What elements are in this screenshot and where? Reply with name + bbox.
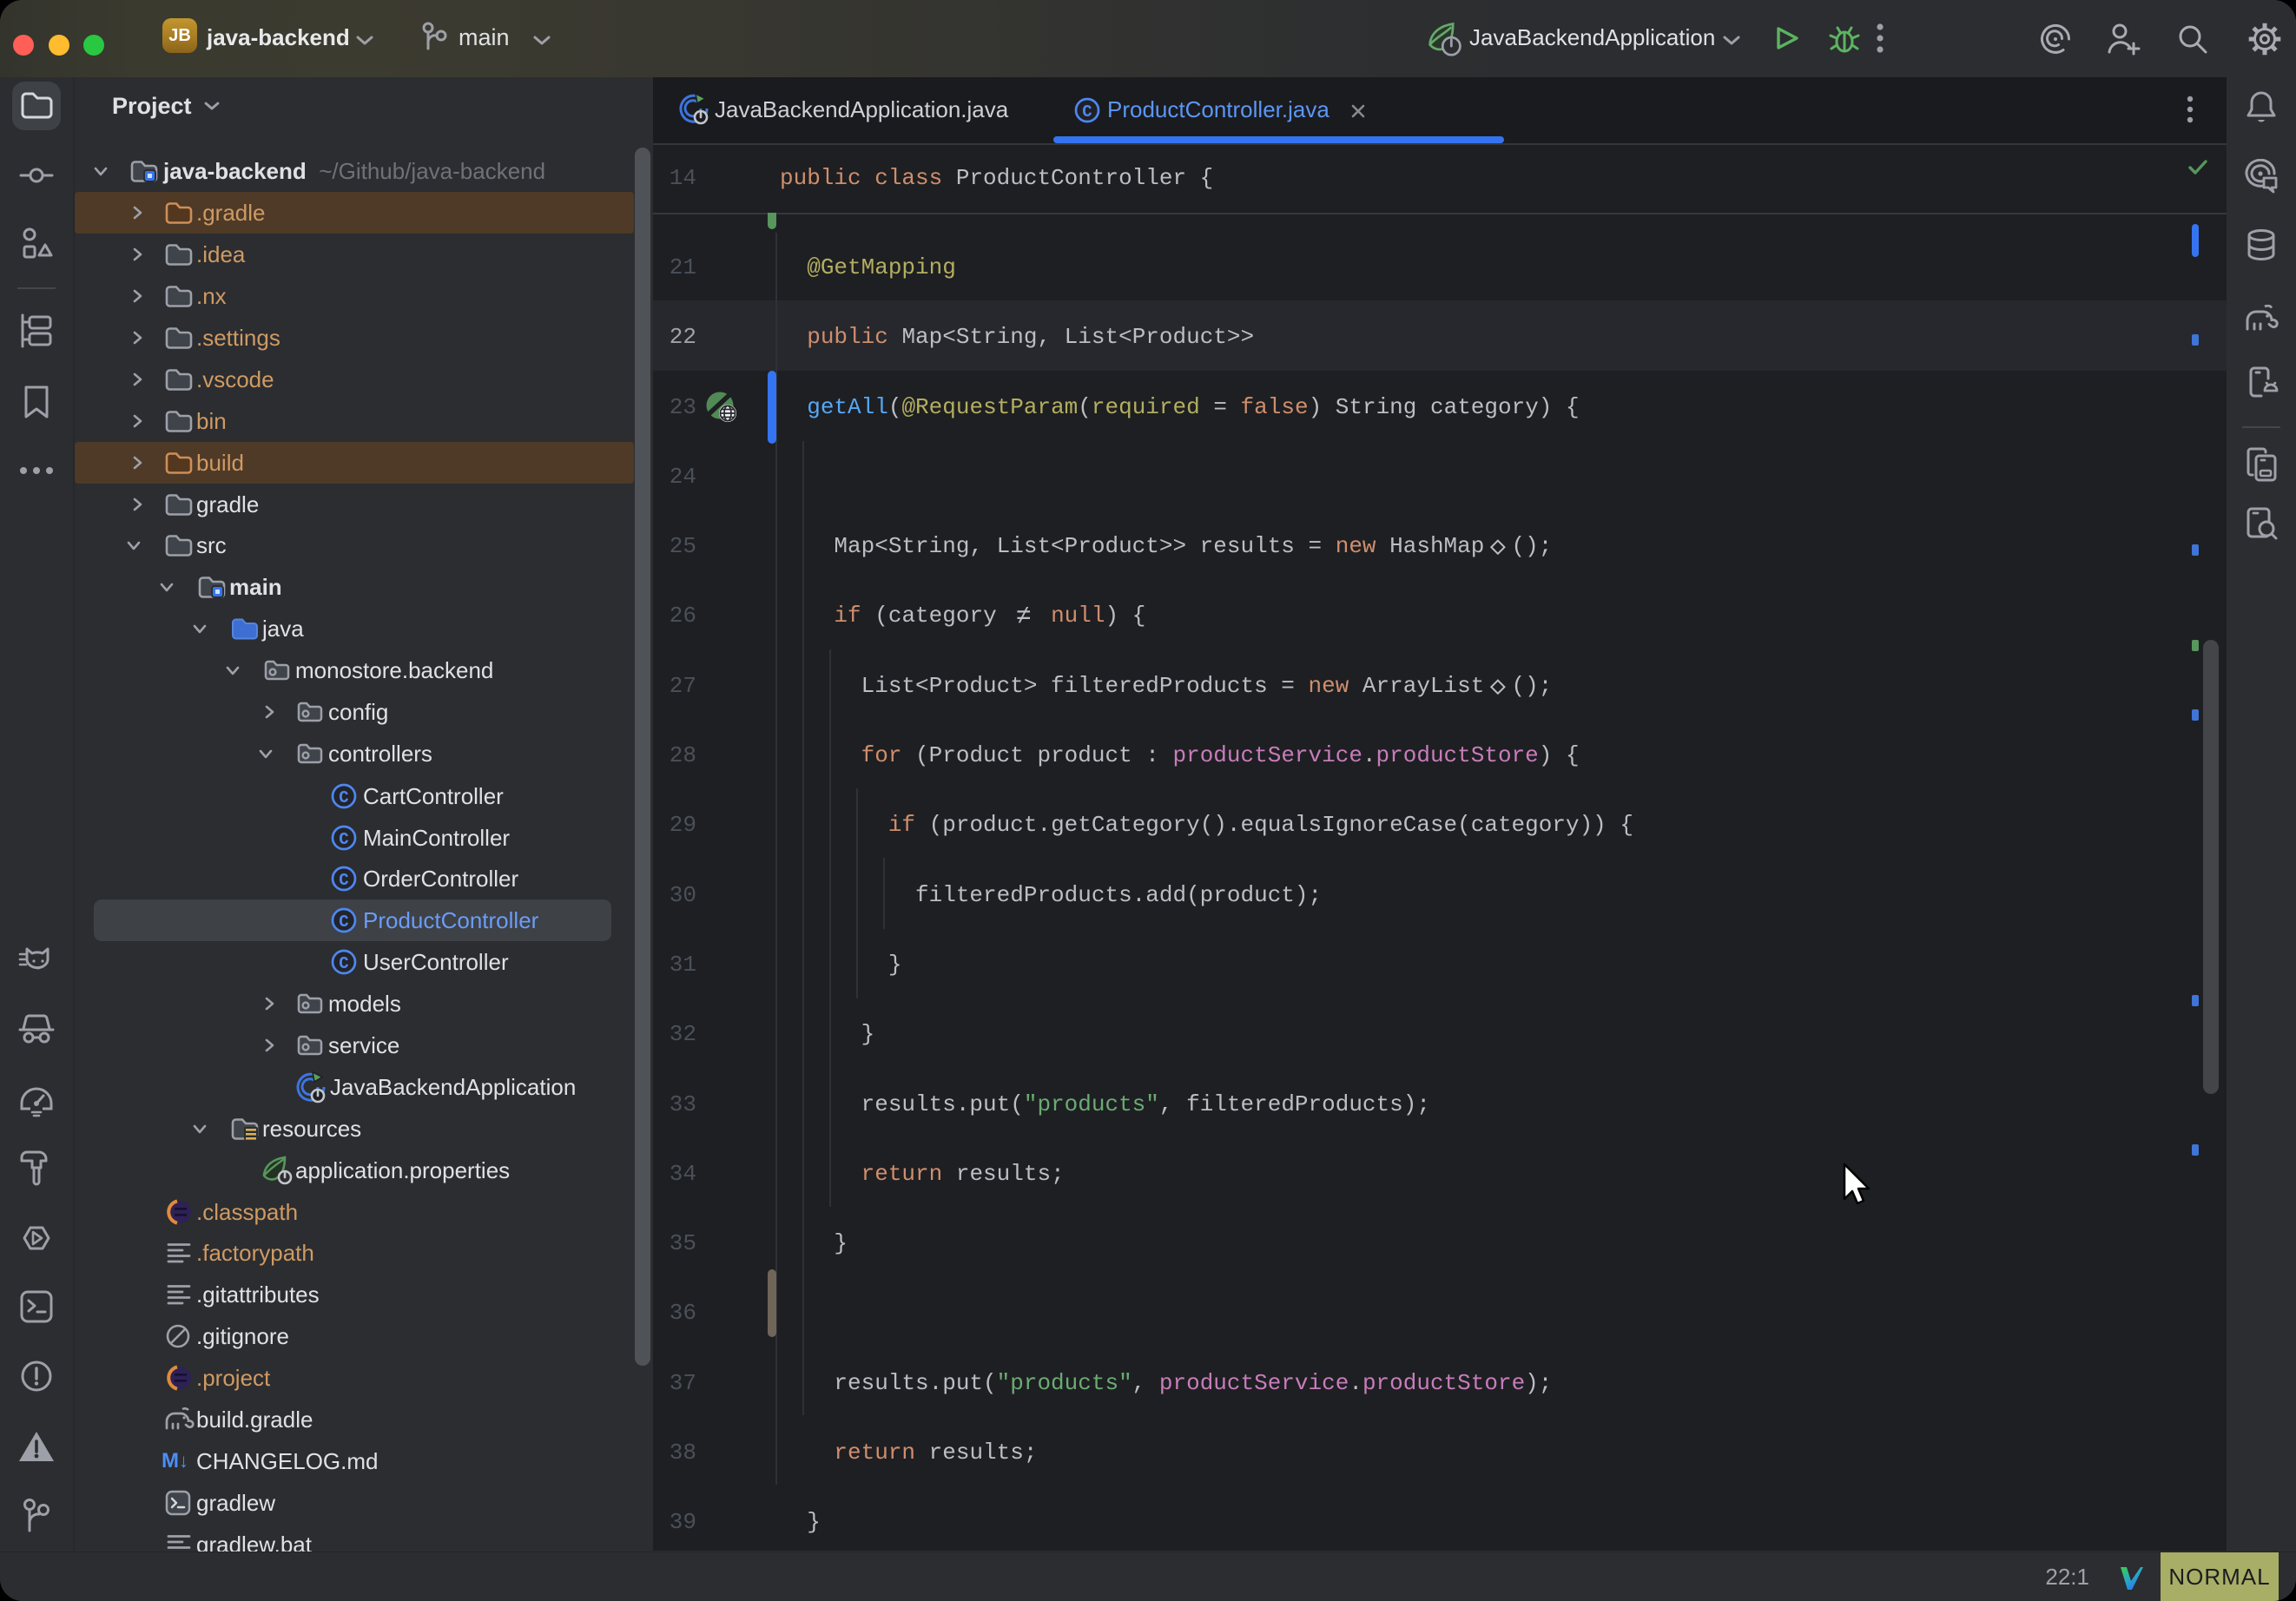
svg-text:C: C — [339, 954, 348, 973]
svg-text:C: C — [339, 830, 348, 849]
svg-text:C: C — [339, 913, 348, 932]
svg-text:C: C — [339, 871, 348, 890]
svg-text:C: C — [1082, 102, 1092, 122]
svg-text:C: C — [339, 788, 348, 807]
